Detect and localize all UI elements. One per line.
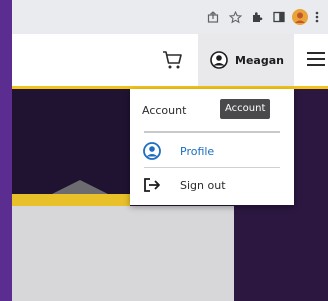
- side-panel: [234, 206, 328, 301]
- accent-bar: [12, 194, 130, 206]
- content-panel: [12, 206, 234, 301]
- divider: [144, 131, 280, 133]
- browser-window: Meagan Account Account Profile Sign out: [12, 0, 328, 301]
- account-button[interactable]: Meagan: [198, 34, 294, 86]
- browser-toolbar: [12, 0, 328, 34]
- profile-icon: [142, 141, 162, 161]
- more-vert-icon[interactable]: [312, 9, 322, 25]
- user-name: Meagan: [235, 53, 284, 67]
- mountain-graphic: [52, 180, 108, 194]
- dropdown-header: Account: [142, 104, 187, 117]
- hamburger-menu-icon[interactable]: [306, 50, 326, 68]
- user-avatar-icon: [210, 51, 228, 69]
- cart-icon[interactable]: [162, 50, 184, 70]
- site-navbar: Meagan: [12, 34, 328, 89]
- profile-label: Profile: [180, 144, 215, 158]
- sign-out-menu-item[interactable]: Sign out: [142, 173, 282, 197]
- profile-menu-item[interactable]: Profile: [142, 139, 282, 163]
- account-tooltip: Account: [220, 99, 271, 119]
- extensions-icon[interactable]: [250, 9, 264, 25]
- sign-out-label: Sign out: [180, 178, 226, 192]
- account-dropdown: Account Account Profile Sign out: [130, 89, 294, 205]
- profile-avatar-icon[interactable]: [292, 9, 308, 25]
- divider: [144, 167, 280, 168]
- share-icon[interactable]: [206, 9, 220, 25]
- sidepanel-icon[interactable]: [272, 9, 286, 25]
- star-icon[interactable]: [228, 9, 242, 25]
- sign-out-icon: [142, 175, 162, 195]
